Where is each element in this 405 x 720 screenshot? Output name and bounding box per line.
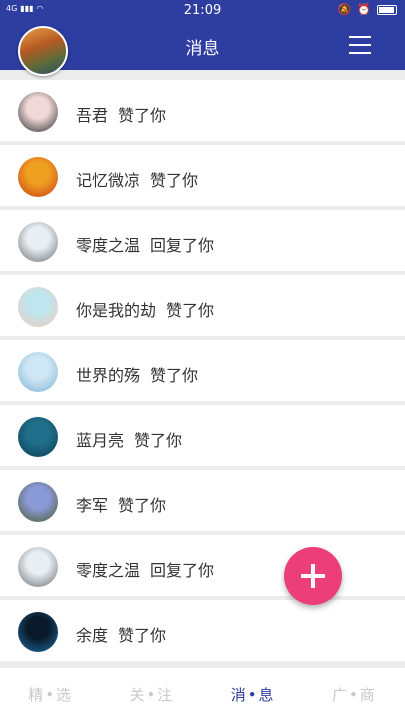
list-item[interactable]: 余度 赞了你: [0, 600, 405, 661]
action-text: 赞了你: [134, 431, 183, 450]
message-text: 李军 赞了你: [76, 492, 166, 516]
nav-tab[interactable]: 广•商: [304, 668, 405, 720]
message-text: 零度之温 回复了你: [76, 232, 214, 256]
sender-name: 李军: [76, 496, 109, 515]
avatar[interactable]: [18, 157, 58, 197]
nav-tab[interactable]: 消•息: [203, 668, 304, 720]
sender-name: 零度之温: [76, 236, 141, 255]
message-text: 世界的殇 赞了你: [76, 362, 198, 386]
sender-name: 零度之温: [76, 561, 141, 580]
avatar[interactable]: [18, 417, 58, 457]
list-item[interactable]: 记忆微凉 赞了你: [0, 145, 405, 206]
avatar[interactable]: [18, 547, 58, 587]
message-text: 吾君 赞了你: [76, 102, 166, 126]
message-text: 余度 赞了你: [76, 622, 166, 646]
sender-name: 吾君: [76, 106, 109, 125]
app-bar: 消息: [0, 22, 405, 76]
avatar[interactable]: [18, 612, 58, 652]
mute-icon: 🔕: [337, 3, 352, 16]
nav-tab[interactable]: 精•选: [0, 668, 101, 720]
menu-icon[interactable]: [349, 36, 371, 54]
sender-name: 记忆微凉: [76, 171, 141, 190]
action-text: 赞了你: [150, 171, 199, 190]
avatar[interactable]: [18, 287, 58, 327]
avatar[interactable]: [18, 222, 58, 262]
action-text: 赞了你: [166, 301, 215, 320]
message-text: 零度之温 回复了你: [76, 557, 214, 581]
list-item[interactable]: 蓝月亮 赞了你: [0, 405, 405, 466]
avatar[interactable]: [18, 92, 58, 132]
list-item[interactable]: 吾君 赞了你: [0, 80, 405, 141]
avatar[interactable]: [18, 352, 58, 392]
action-text: 赞了你: [150, 366, 199, 385]
list-item[interactable]: 世界的殇 赞了你: [0, 340, 405, 401]
message-text: 你是我的劫 赞了你: [76, 297, 214, 321]
add-icon[interactable]: [284, 547, 342, 605]
list-item[interactable]: 零度之温 回复了你: [0, 535, 405, 596]
action-text: 赞了你: [118, 626, 167, 645]
avatar[interactable]: [18, 482, 58, 522]
list-item[interactable]: 李军 赞了你: [0, 470, 405, 531]
message-list: 吾君 赞了你 记忆微凉 赞了你 零度之温 回复了你 你是我的劫 赞了你 世界的殇 赞了你 蓝月亮 赞了…: [0, 80, 405, 665]
action-text: 赞了你: [118, 106, 167, 125]
alarm-icon: ⏰: [357, 3, 371, 16]
bottom-nav: 精•选 关•注 消•息 广•商: [0, 668, 405, 720]
action-text: 赞了你: [118, 496, 167, 515]
action-text: 回复了你: [150, 561, 215, 580]
message-text: 蓝月亮 赞了你: [76, 427, 182, 451]
sender-name: 你是我的劫: [76, 301, 157, 320]
sender-name: 余度: [76, 626, 109, 645]
status-bar: 4G ▮▮▮ ◠ 21:09 🔕 ⏰: [0, 0, 405, 22]
battery-icon: [377, 4, 397, 15]
status-icons: 🔕 ⏰: [338, 3, 397, 16]
nav-tab[interactable]: 关•注: [101, 668, 202, 720]
page-title: 消息: [185, 39, 220, 59]
list-item[interactable]: 你是我的劫 赞了你: [0, 275, 405, 336]
message-text: 记忆微凉 赞了你: [76, 167, 198, 191]
action-text: 回复了你: [150, 236, 215, 255]
list-item[interactable]: 零度之温 回复了你: [0, 210, 405, 271]
sender-name: 蓝月亮: [76, 431, 125, 450]
sender-name: 世界的殇: [76, 366, 141, 385]
